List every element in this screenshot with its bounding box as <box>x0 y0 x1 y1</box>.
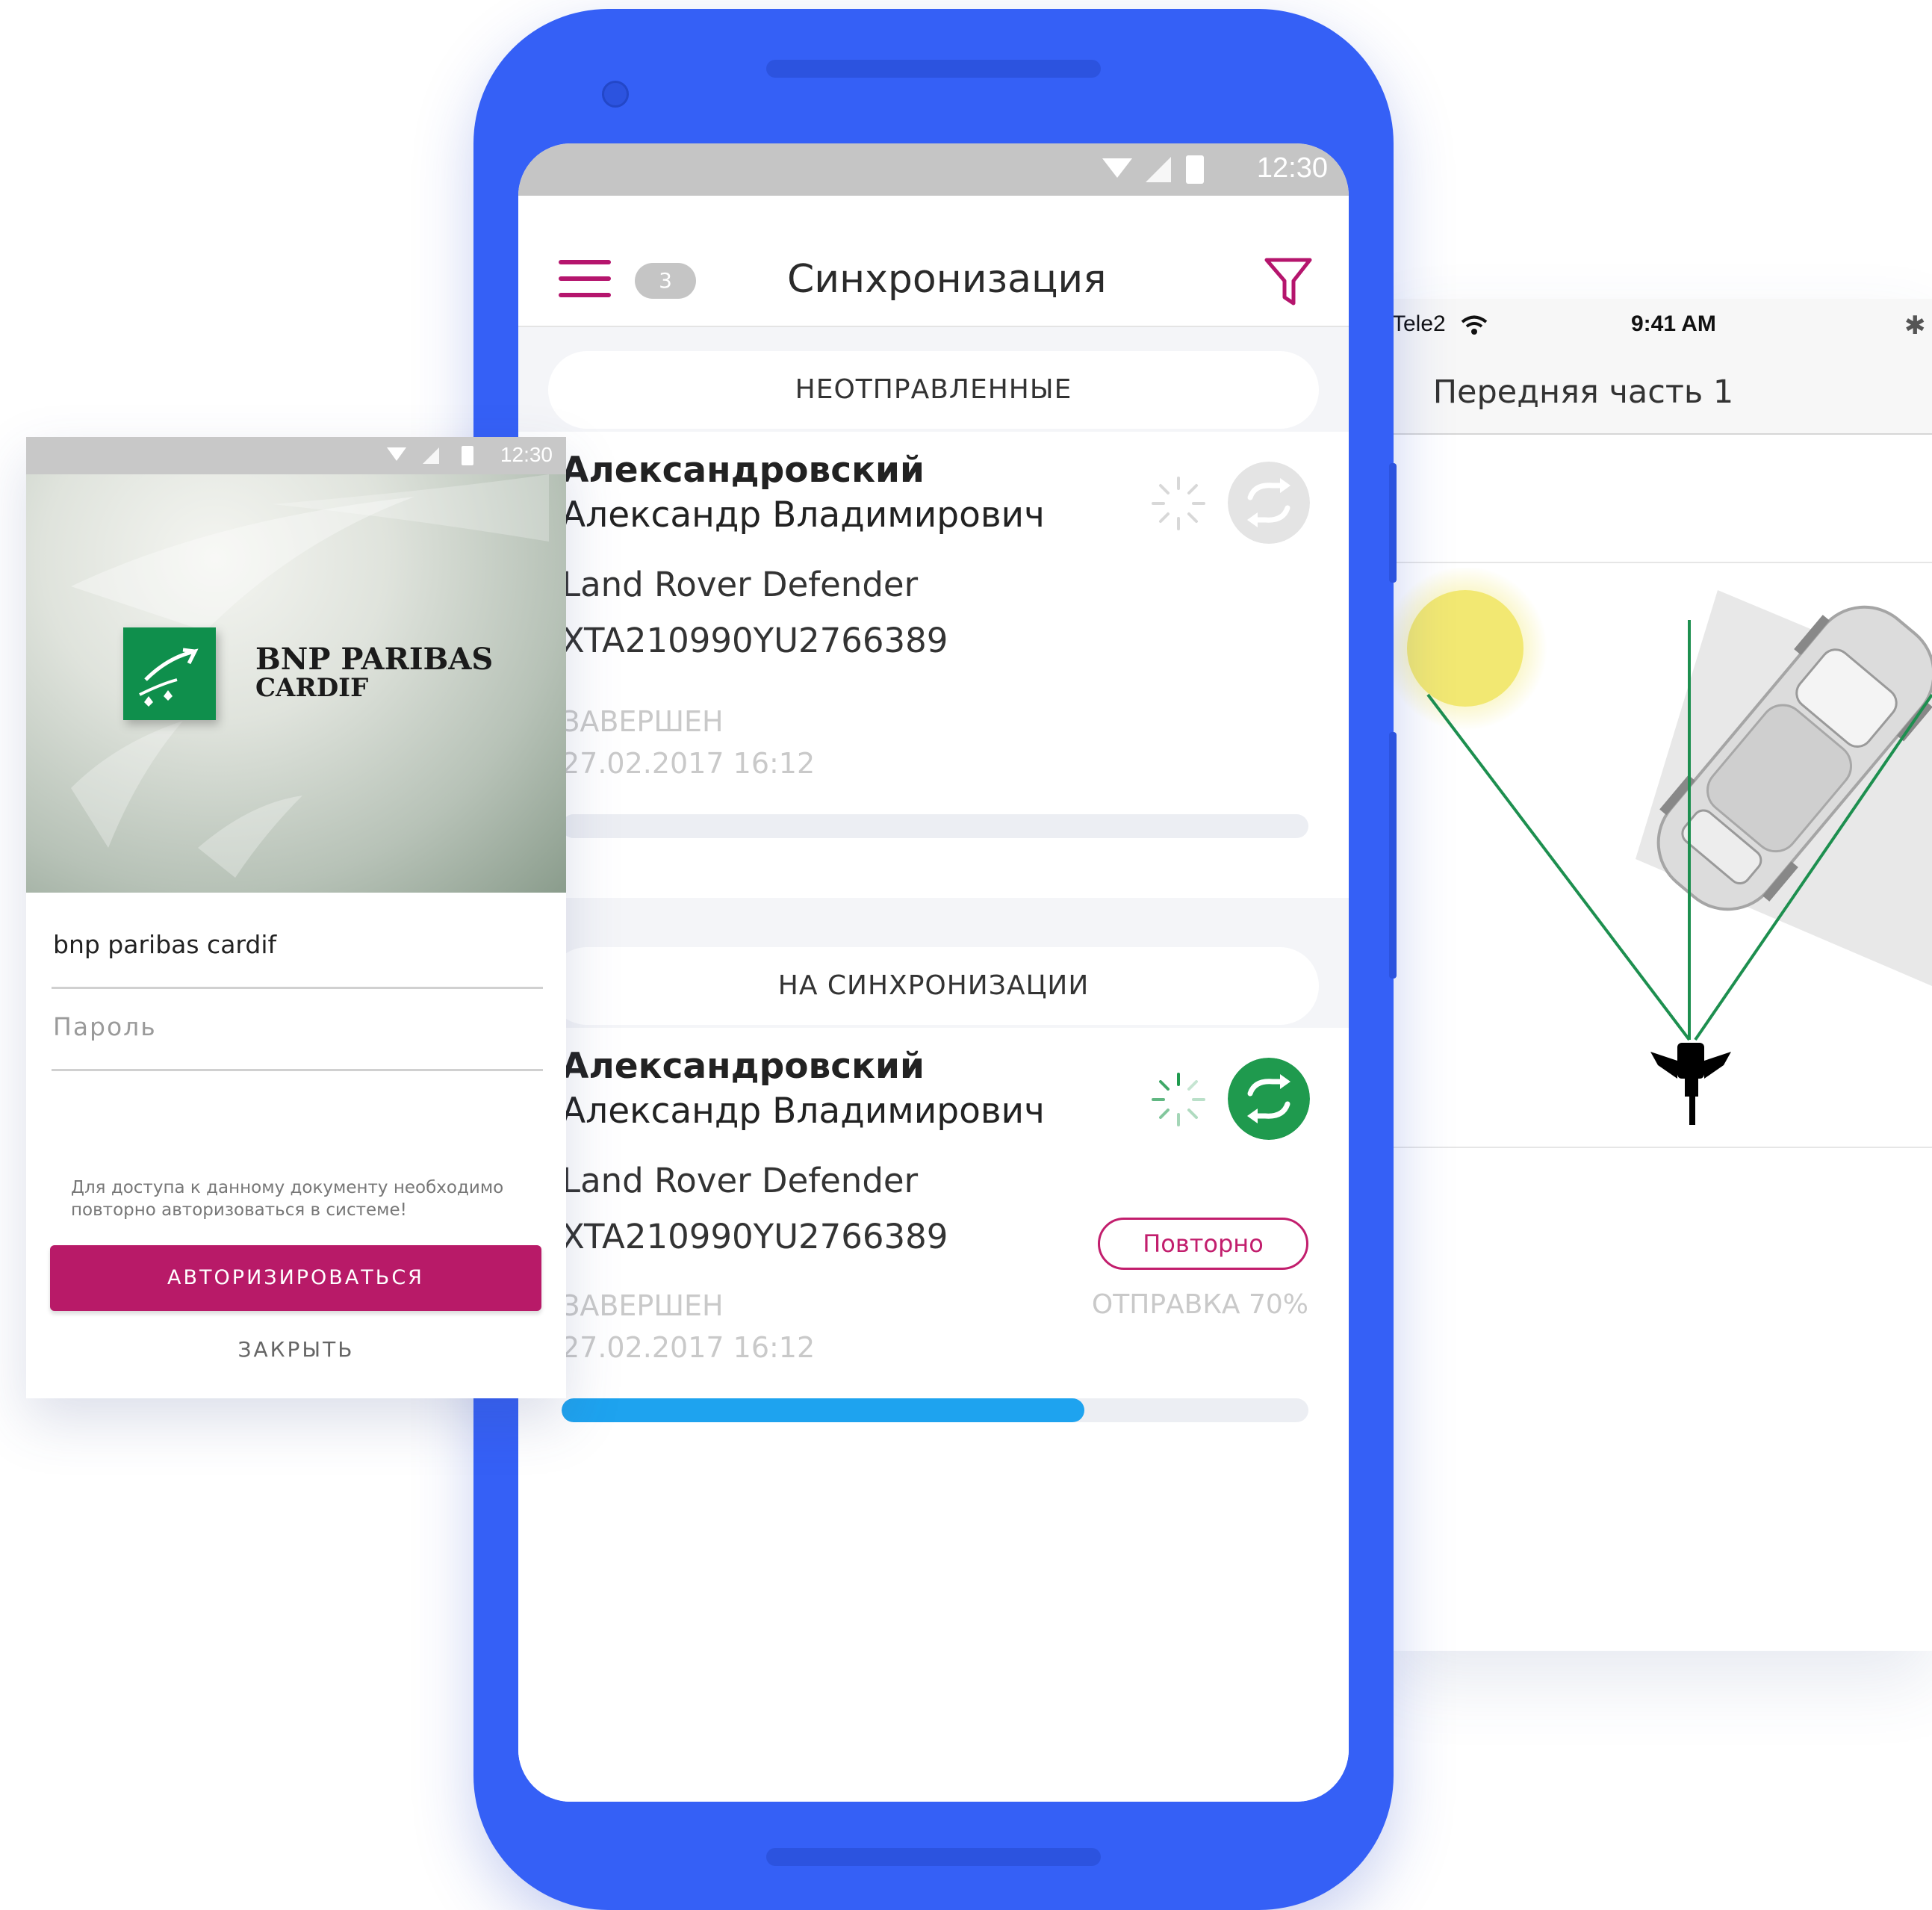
authorize-button[interactable]: АВТОРИЗИРОВАТЬСЯ <box>50 1245 541 1311</box>
count-badge: 3 <box>635 263 696 299</box>
progress-bar <box>562 814 1308 838</box>
ios-status-bar: Tele2 9:41 AM ✱ <box>1389 299 1932 353</box>
ios-camera-screen: Tele2 9:41 AM ✱ Передняя часть 1 <box>1389 299 1932 1651</box>
battery-icon <box>1186 155 1204 184</box>
guide-line-left <box>1426 693 1691 1041</box>
password-field[interactable]: Пароль <box>53 1012 157 1041</box>
brand-name: BNP PARIBAS <box>255 642 494 677</box>
page-title: Синхронизация <box>787 257 1107 302</box>
carrier-label: Tele2 <box>1392 311 1446 336</box>
camera-angle-diagram <box>1389 568 1932 1125</box>
close-button[interactable]: ЗАКРЫТЬ <box>26 1337 566 1362</box>
signal-icon <box>1146 157 1171 182</box>
brand-subtitle: CARDIF <box>255 673 369 703</box>
person-surname: Александровский <box>562 450 925 491</box>
list-item-footer: ЗАВЕРШЕН 27.02.2017 16:12 <box>518 701 1349 898</box>
status-label: ЗАВЕРШЕН <box>562 705 724 738</box>
page-title: Передняя часть 1 <box>1432 373 1734 411</box>
list-item[interactable]: Александровский Александр Владимирович L… <box>518 1028 1349 1443</box>
car-model: Land Rover Defender <box>562 565 919 604</box>
volume-button <box>1389 732 1397 979</box>
progress-bar <box>562 1398 1308 1422</box>
retry-button[interactable]: Повторно <box>1098 1218 1308 1270</box>
wifi-icon <box>1102 158 1132 178</box>
timestamp: 27.02.2017 16:12 <box>562 747 816 780</box>
android-phone-mockup: 12:30 3 Синхронизация НЕОТПРАВЛЕННЫЕ Але… <box>473 9 1397 1910</box>
car-model: Land Rover Defender <box>562 1161 919 1200</box>
login-dialog: 12:30 BNP PARIBAS CARDIF bnp paribas car… <box>26 437 566 1398</box>
auth-hint-text: Для доступа к данному документу необходи… <box>71 1178 504 1220</box>
status-time: 12:30 <box>500 443 553 466</box>
loading-spinner-icon <box>1152 1073 1205 1126</box>
status-label: ЗАВЕРШЕН <box>562 1289 724 1322</box>
divider <box>1389 562 1932 563</box>
section-header-syncing[interactable]: НА СИНХРОНИЗАЦИИ <box>548 947 1319 1025</box>
ios-time: 9:41 AM <box>1631 311 1716 336</box>
person-surname: Александровский <box>562 1046 925 1087</box>
ios-nav-bar: Передняя часть 1 <box>1389 353 1932 435</box>
input-underline <box>52 987 543 989</box>
status-icons <box>387 446 473 465</box>
sync-button[interactable] <box>1228 462 1310 544</box>
section-header-unsent[interactable]: НЕОТПРАВЛЕННЫЕ <box>548 351 1319 429</box>
app-bar: 3 Синхронизация <box>518 196 1349 327</box>
sync-list: НЕОТПРАВЛЕННЫЕ Александровский Александр… <box>518 327 1349 1802</box>
username-field[interactable]: bnp paribas cardif <box>53 930 276 959</box>
loading-spinner-icon <box>1152 477 1205 530</box>
status-time: 12:30 <box>1256 152 1328 184</box>
vin-number: XTA210990YU2766389 <box>562 1217 948 1256</box>
brand-hero: BNP PARIBAS CARDIF <box>26 474 566 893</box>
sun-icon <box>1407 590 1523 707</box>
bluetooth-icon: ✱ <box>1904 311 1926 340</box>
power-button <box>1389 463 1397 583</box>
filter-icon[interactable] <box>1264 255 1313 308</box>
list-item[interactable]: Александровский Александр Владимирович L… <box>518 432 1349 701</box>
wifi-icon <box>387 447 406 461</box>
status-icons <box>1102 155 1204 184</box>
empty-area <box>518 1443 1349 1802</box>
android-status-bar: 12:30 <box>518 143 1349 196</box>
speaker-grille <box>766 1848 1101 1866</box>
bnp-logo-icon <box>123 627 216 720</box>
progress-fill <box>562 1398 1084 1422</box>
wifi-icon <box>1461 315 1488 335</box>
input-underline <box>52 1069 543 1071</box>
person-given-names: Александр Владимирович <box>562 1091 1045 1132</box>
timestamp: 27.02.2017 16:12 <box>562 1331 816 1364</box>
sync-button[interactable] <box>1228 1058 1310 1140</box>
sync-screen: 12:30 3 Синхронизация НЕОТПРАВЛЕННЫЕ Але… <box>518 143 1349 1802</box>
android-status-bar: 12:30 <box>26 437 566 474</box>
signal-icon <box>423 447 439 464</box>
person-given-names: Александр Владимирович <box>562 494 1045 536</box>
divider <box>1389 1147 1932 1148</box>
front-camera <box>602 81 629 108</box>
send-progress-label: ОТПРАВКА 70% <box>1091 1289 1308 1320</box>
menu-icon[interactable] <box>559 260 611 299</box>
tripod-camera-icon <box>1650 1043 1731 1125</box>
battery-icon <box>462 446 473 465</box>
vin-number: XTA210990YU2766389 <box>562 621 948 660</box>
speaker-grille <box>766 60 1101 78</box>
